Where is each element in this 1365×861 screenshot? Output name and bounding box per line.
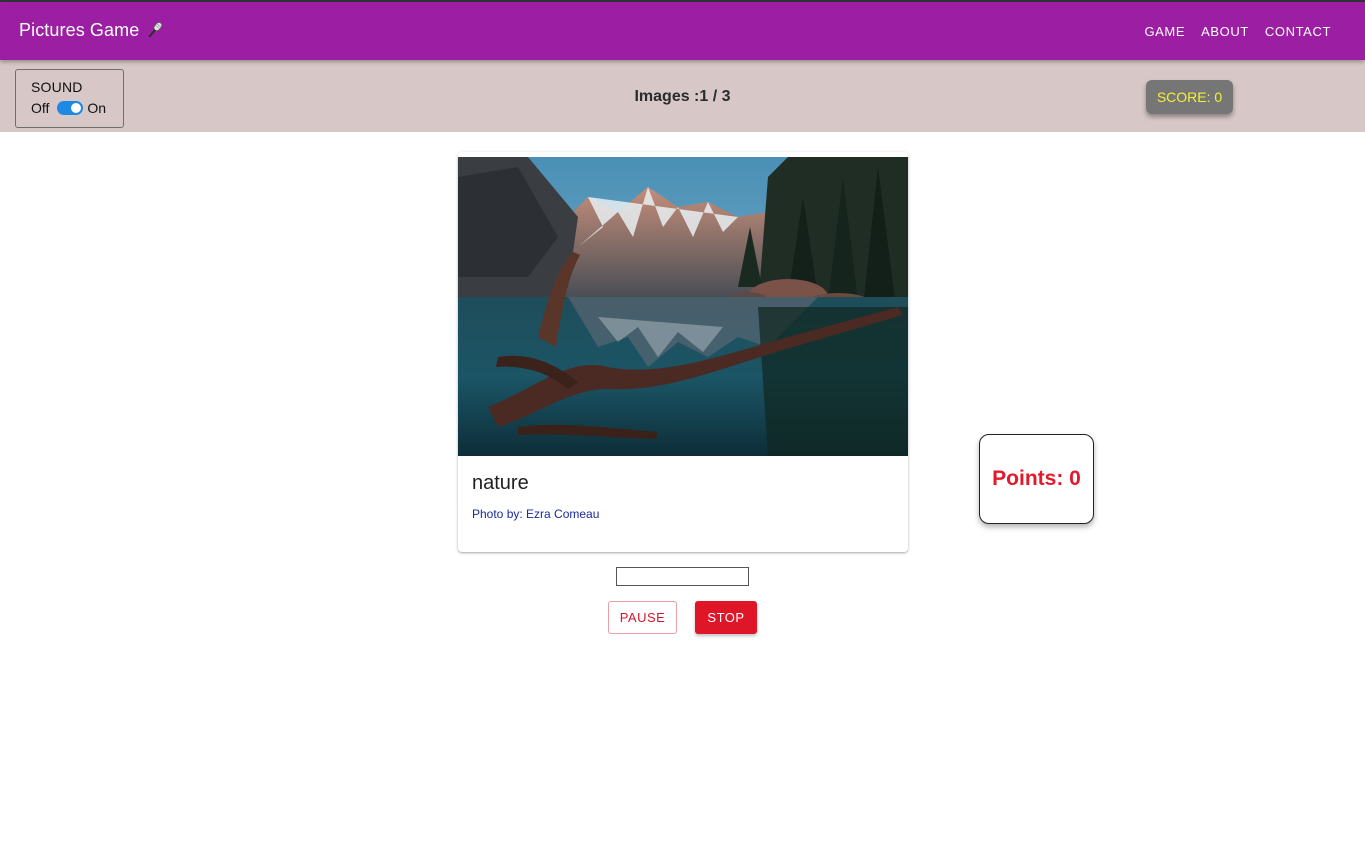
photo-credit: Photo by: Ezra Comeau: [472, 507, 600, 521]
app-title-group: Pictures Game: [19, 19, 166, 41]
points-display: Points: 0: [979, 434, 1094, 524]
top-nav: GAME ABOUT CONTACT: [1136, 2, 1339, 60]
microphone-icon: [144, 19, 166, 41]
game-toolbar: SOUND Off On Images :1 / 3 SCORE: 0: [0, 60, 1365, 132]
nav-game[interactable]: GAME: [1136, 18, 1193, 45]
app-title: Pictures Game: [19, 19, 140, 40]
nav-about[interactable]: ABOUT: [1193, 18, 1257, 45]
app-bar: Pictures Game GAME ABOUT CONTACT: [0, 2, 1365, 60]
image-card: nature Photo by: Ezra Comeau: [458, 152, 908, 552]
nav-contact[interactable]: CONTACT: [1257, 18, 1339, 45]
page: Pictures Game GAME ABOUT CONTACT SOUND O…: [0, 0, 1365, 861]
score-badge: SCORE: 0: [1146, 80, 1233, 114]
mountain-lake-photo: [458, 157, 908, 456]
pause-button[interactable]: PAUSE: [608, 601, 677, 634]
card-title: nature: [472, 472, 529, 494]
stop-button[interactable]: STOP: [695, 601, 757, 634]
points-label: Points: 0: [992, 467, 1081, 490]
answer-input[interactable]: [616, 567, 749, 586]
